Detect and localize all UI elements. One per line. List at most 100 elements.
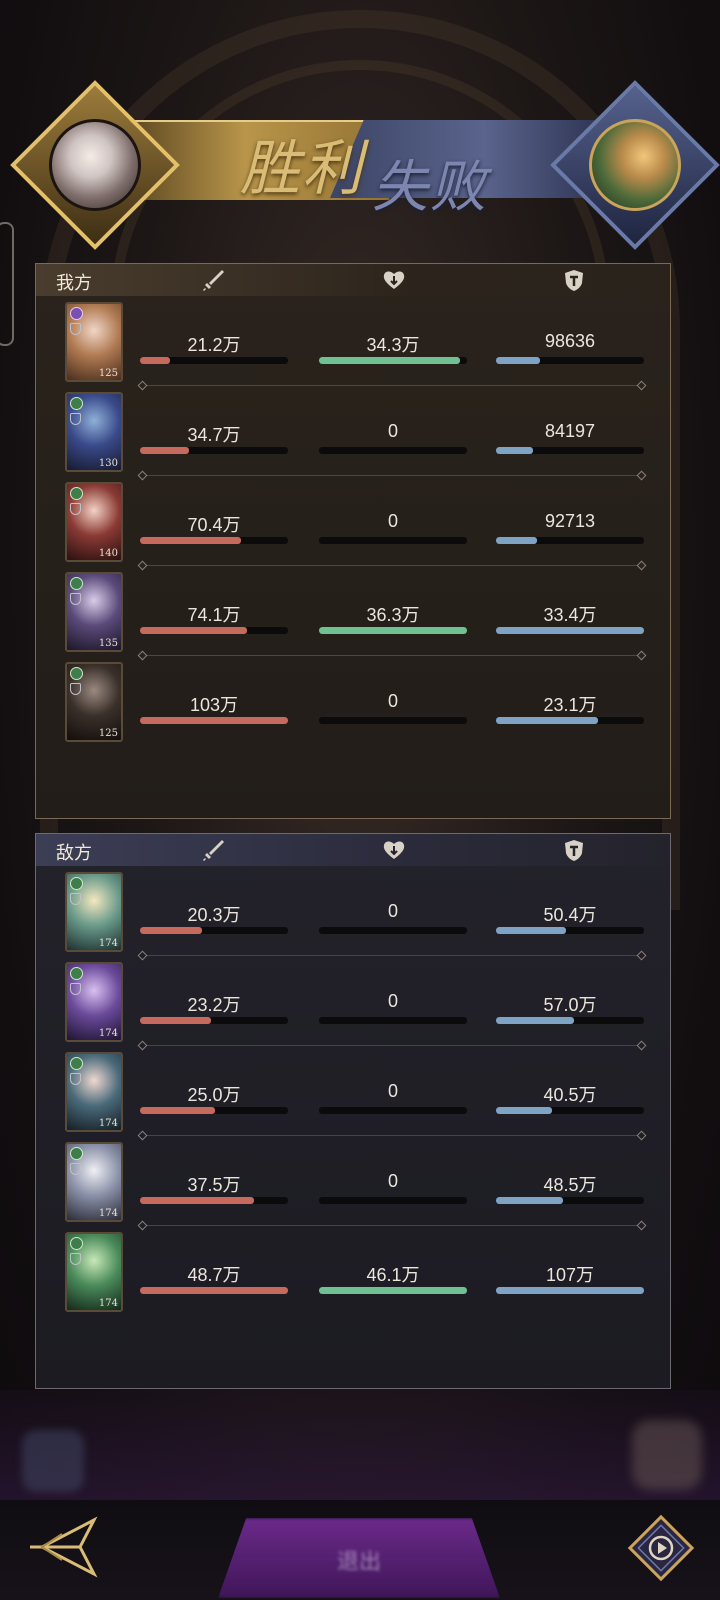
defense-stat-bar-fill — [496, 927, 566, 934]
replay-icon[interactable] — [625, 1512, 697, 1584]
hero-faction-icon — [70, 593, 81, 605]
defense-stat-bar — [496, 537, 644, 544]
attack-stat-bar-fill — [140, 627, 247, 634]
hero-portrait[interactable]: 174 — [65, 1142, 123, 1222]
hero-level: 174 — [98, 1208, 118, 1219]
attack-stat-bar-fill — [140, 447, 189, 454]
hero-class-icon — [70, 397, 83, 410]
hero-level: 140 — [98, 548, 118, 559]
hero-portrait[interactable]: 140 — [65, 482, 123, 562]
attack-stat-bar — [140, 1107, 288, 1114]
defense-stat-bar — [496, 627, 644, 634]
hero-row: 140 70.4万 0 92713 — [36, 476, 670, 568]
hero-portrait[interactable]: 174 — [65, 1052, 123, 1132]
hero-portrait[interactable]: 174 — [65, 872, 123, 952]
hero-level: 174 — [98, 1298, 118, 1309]
heal-stat-bar — [319, 447, 467, 454]
attack-stat-value: 21.2万 — [187, 335, 241, 355]
heal-stat-bar — [319, 1017, 467, 1024]
defense-stat-value: 33.4万 — [543, 605, 597, 625]
hero-class-icon — [70, 967, 83, 980]
defense-stat-value: 57.0万 — [543, 995, 597, 1015]
hero-portrait[interactable]: 130 — [65, 392, 123, 472]
heal-stat-bar — [319, 1287, 467, 1294]
defense-stat-value: 98636 — [544, 331, 596, 351]
attack-stat-bar-fill — [140, 927, 203, 934]
hero-row: 174 37.5万 0 48.5万 — [36, 1136, 670, 1228]
attack-stat-bar-fill — [140, 1287, 288, 1294]
hero-level: 135 — [98, 638, 118, 649]
heal-stat-value: 0 — [387, 421, 398, 441]
heal-stat-bar — [319, 927, 467, 934]
hero-class-icon — [70, 307, 83, 320]
exit-button-label: 退出 — [336, 1549, 381, 1574]
hero-portrait[interactable]: 125 — [65, 302, 123, 382]
attack-stat-bar — [140, 927, 288, 934]
panel-title: 我方 — [56, 273, 92, 293]
hero-portrait[interactable]: 135 — [65, 572, 123, 652]
my-avatar[interactable] — [49, 119, 141, 211]
hero-faction-icon — [70, 983, 81, 995]
hero-level: 174 — [98, 938, 118, 949]
panel-header: 我方 — [36, 264, 670, 296]
hero-level: 174 — [98, 1118, 118, 1129]
enemy-avatar[interactable] — [589, 119, 681, 211]
heal-stat-value: 0 — [387, 691, 398, 711]
hero-level: 125 — [98, 728, 118, 739]
hero-row: 174 25.0万 0 40.5万 — [36, 1046, 670, 1138]
my-team-panel: 我方 125 21.2万 34.3万 98636 130 34.7万 0 84197 140 70… — [35, 263, 671, 819]
defense-stat-bar — [496, 1107, 644, 1114]
panel-title: 敌方 — [56, 843, 92, 863]
back-arrow-icon[interactable] — [22, 1512, 104, 1582]
hero-level: 130 — [98, 458, 118, 469]
attack-stat-bar-fill — [140, 717, 288, 724]
hero-row: 135 74.1万 36.3万 33.4万 — [36, 566, 670, 658]
hero-portrait[interactable]: 174 — [65, 962, 123, 1042]
attack-stat-bar — [140, 1287, 288, 1294]
enemy-team-panel: 敌方 174 20.3万 0 50.4万 174 23.2万 0 57.0万 174 25.0万 0… — [35, 833, 671, 1389]
defeat-text: 失败 — [372, 155, 488, 220]
attack-stat-bar — [140, 1197, 288, 1204]
attack-stat-bar — [140, 717, 288, 724]
attack-stat-bar — [140, 1017, 288, 1024]
side-drawer-tab[interactable] — [0, 222, 14, 346]
attack-stat-value: 74.1万 — [187, 605, 241, 625]
defense-stat-bar-fill — [496, 447, 533, 454]
attack-stat-bar — [140, 537, 288, 544]
hero-level: 174 — [98, 1028, 118, 1039]
background-glow — [0, 1390, 720, 1500]
attack-stat-bar-fill — [140, 357, 170, 364]
hero-portrait[interactable]: 125 — [65, 662, 123, 742]
hero-faction-icon — [70, 893, 81, 905]
heal-stat-value: 34.3万 — [366, 335, 420, 355]
hero-class-icon — [70, 667, 83, 680]
heal-stat-bar — [319, 1107, 467, 1114]
attack-stat-value: 34.7万 — [187, 425, 241, 445]
heal-stat-value: 46.1万 — [366, 1265, 420, 1285]
hero-portrait[interactable]: 174 — [65, 1232, 123, 1312]
defense-stat-value: 50.4万 — [543, 905, 597, 925]
hero-row: 174 48.7万 46.1万 107万 — [36, 1226, 670, 1318]
hero-class-icon — [70, 877, 83, 890]
defense-stat-bar-fill — [496, 1197, 563, 1204]
attack-stat-value: 23.2万 — [187, 995, 241, 1015]
defense-stat-bar-fill — [496, 357, 541, 364]
defense-stat-bar — [496, 1287, 644, 1294]
attack-stat-bar — [140, 627, 288, 634]
attack-stat-bar-fill — [140, 537, 241, 544]
defense-stat-bar — [496, 447, 644, 454]
battle-result-header: 胜利 失败 — [10, 80, 720, 250]
heal-stat-value: 0 — [387, 511, 398, 531]
heal-stat-bar-fill — [319, 357, 460, 364]
hero-row: 174 23.2万 0 57.0万 — [36, 956, 670, 1048]
panel-header: 敌方 — [36, 834, 670, 866]
heal-stat-bar — [319, 717, 467, 724]
hero-level: 125 — [98, 368, 118, 379]
defense-stat-bar — [496, 357, 644, 364]
heart-icon — [383, 841, 405, 859]
exit-button[interactable]: 退出 — [218, 1518, 500, 1598]
hero-faction-icon — [70, 683, 81, 695]
hero-class-icon — [70, 1147, 83, 1160]
attack-stat-bar-fill — [140, 1017, 212, 1024]
blurred-left-widget — [22, 1430, 84, 1492]
